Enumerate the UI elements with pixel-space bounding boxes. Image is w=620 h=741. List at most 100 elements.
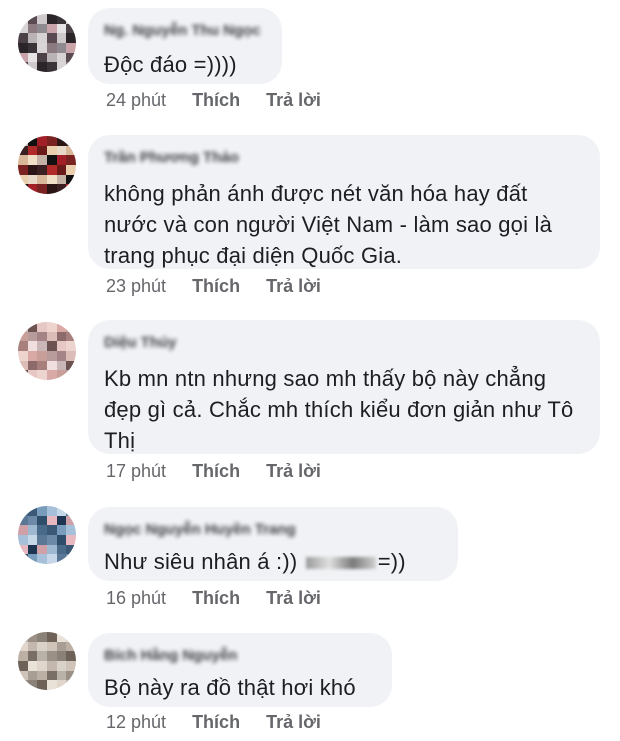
avatar-pixel	[18, 33, 28, 43]
avatar-pixel	[56, 641, 67, 652]
avatar-pixel	[18, 136, 28, 146]
avatar-pixel	[56, 331, 67, 342]
reply-button[interactable]: Trả lời	[266, 588, 321, 609]
avatar-pixel	[66, 331, 76, 342]
avatar-pixel	[27, 23, 38, 34]
avatar-pixel	[27, 506, 38, 516]
avatar-pixel	[47, 14, 57, 24]
avatar-pixel	[66, 52, 76, 63]
avatar-pixel	[27, 680, 38, 690]
avatar-pixel	[47, 515, 57, 526]
avatar-pixel	[56, 680, 67, 690]
avatar[interactable]	[18, 632, 76, 690]
avatar-pixel	[18, 62, 28, 72]
like-button[interactable]: Thích	[192, 276, 240, 297]
avatar-pixel	[18, 670, 28, 681]
like-button[interactable]: Thích	[192, 90, 240, 111]
avatar-pixel	[66, 184, 76, 194]
avatar-pixel	[47, 632, 57, 642]
avatar-pixel	[47, 165, 57, 175]
avatar-pixel	[56, 43, 67, 53]
avatar[interactable]	[18, 14, 76, 72]
avatar-pixel	[37, 322, 47, 332]
avatar-pixel	[66, 43, 76, 53]
like-button[interactable]: Thích	[192, 712, 240, 733]
avatar[interactable]	[18, 136, 76, 194]
avatar-pixel	[56, 632, 67, 642]
avatar[interactable]	[18, 322, 76, 380]
like-button[interactable]: Thích	[192, 588, 240, 609]
avatar-pixel	[66, 661, 76, 671]
avatar-pixel	[47, 370, 57, 380]
avatar-pixel	[47, 651, 57, 661]
comment-time[interactable]: 24 phút	[106, 90, 166, 111]
avatar-pixel	[27, 351, 38, 361]
avatar-pixel	[37, 174, 47, 185]
avatar-pixel	[27, 184, 38, 194]
comment-author[interactable]: Diệu Thúy	[104, 334, 177, 352]
avatar-pixel	[66, 14, 76, 24]
redacted-text	[305, 557, 376, 570]
avatar[interactable]	[18, 506, 76, 564]
comment-text: Như siêu nhân á :)) =))	[104, 546, 442, 577]
comment-author[interactable]: Bích Hằng Nguyễn	[104, 647, 237, 665]
comment-text-main: Như siêu nhân á :))	[104, 549, 304, 574]
avatar-pixel	[18, 680, 28, 690]
avatar-pixel	[56, 165, 67, 175]
comment-time[interactable]: 23 phút	[106, 276, 166, 297]
comment-time[interactable]: 17 phút	[106, 461, 166, 482]
avatar-pixel	[18, 515, 28, 526]
avatar-pixel	[37, 661, 47, 671]
avatar-pixel	[18, 544, 28, 555]
avatar-pixel	[18, 506, 28, 516]
avatar-pixel	[18, 632, 28, 642]
avatar-pixel	[37, 341, 47, 351]
reply-button[interactable]: Trả lời	[266, 276, 321, 297]
avatar-pixel	[56, 370, 67, 380]
avatar-pixel	[66, 535, 76, 545]
avatar-pixel	[47, 670, 57, 681]
avatar-pixel	[56, 136, 67, 146]
comment-text-tail: =))	[377, 549, 406, 574]
comment-time[interactable]: 16 phút	[106, 588, 166, 609]
avatar-pixel	[47, 661, 57, 671]
avatar-pixel	[27, 360, 38, 371]
avatar-pixel	[27, 136, 38, 146]
avatar-pixel	[27, 525, 38, 535]
avatar-pixel	[47, 43, 57, 53]
avatar-pixel	[27, 331, 38, 342]
comment-time[interactable]: 12 phút	[106, 712, 166, 733]
avatar-pixel	[27, 62, 38, 72]
comment-actions: 12 phút Thích Trả lời	[106, 712, 321, 733]
avatar-pixel	[47, 184, 57, 194]
comment-author[interactable]: Ng. Nguyễn Thu Ngọc	[104, 22, 261, 40]
avatar-pixel	[66, 174, 76, 185]
avatar-pixel	[37, 14, 47, 24]
reply-button[interactable]: Trả lời	[266, 90, 321, 111]
avatar-pixel	[66, 360, 76, 371]
comment-bubble: Bích Hằng Nguyễn Bộ này ra đồ thật hơi k…	[88, 633, 392, 707]
comment-author[interactable]: Trần Phương Thảo	[104, 149, 239, 167]
avatar-pixel	[37, 370, 47, 380]
avatar-pixel	[27, 145, 38, 156]
avatar-pixel	[66, 62, 76, 72]
comment-author[interactable]: Ngọc Nguyễn Huyền Trang	[104, 521, 296, 539]
avatar-pixel	[27, 33, 38, 43]
avatar-pixel	[56, 670, 67, 681]
reply-button[interactable]: Trả lời	[266, 461, 321, 482]
avatar-pixel	[47, 33, 57, 43]
comment-text: không phản ánh được nét văn hóa hay đất …	[104, 181, 553, 268]
avatar-pixel	[66, 515, 76, 526]
avatar-pixel	[56, 14, 67, 24]
avatar-pixel	[56, 535, 67, 545]
avatar-pixel	[27, 155, 38, 165]
avatar-pixel	[56, 515, 67, 526]
like-button[interactable]: Thích	[192, 461, 240, 482]
avatar-pixel	[66, 370, 76, 380]
comment-bubble: Trần Phương Thảo không phản ánh được nét…	[88, 135, 600, 269]
comment-bubble: Ngọc Nguyễn Huyền Trang Như siêu nhân á …	[88, 507, 458, 581]
avatar-pixel	[27, 515, 38, 526]
avatar-pixel	[56, 174, 67, 185]
reply-button[interactable]: Trả lời	[266, 712, 321, 733]
comment-actions: 17 phút Thích Trả lời	[106, 461, 321, 482]
